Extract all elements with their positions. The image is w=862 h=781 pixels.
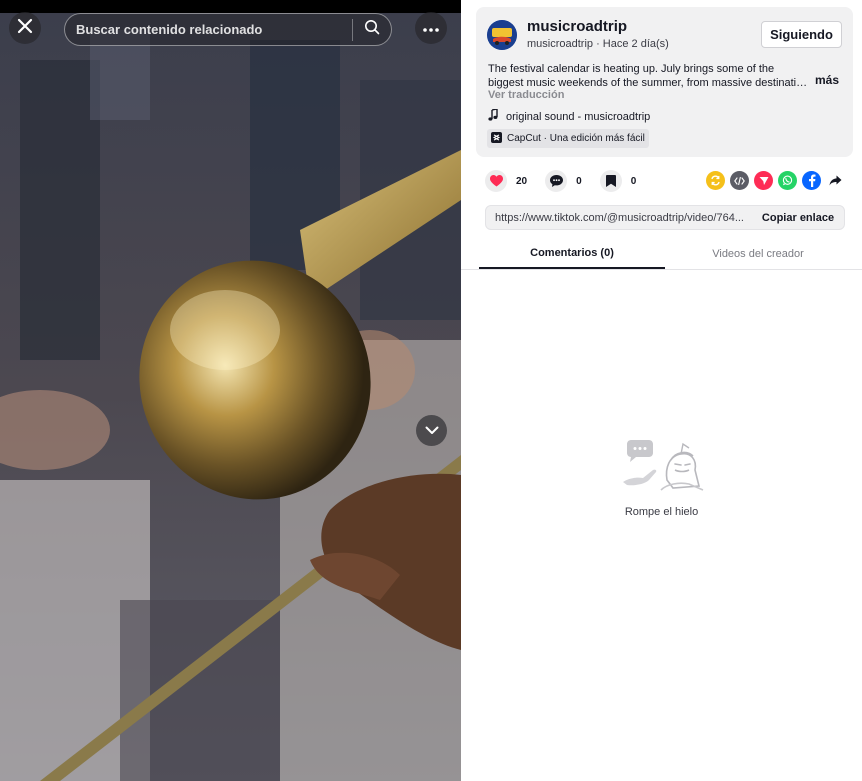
send-to-friends-icon[interactable]	[754, 171, 773, 190]
capcut-label: CapCut · Una edición más fácil	[507, 133, 645, 144]
share-options	[706, 171, 845, 190]
panel-tabs: Comentarios (0) Videos del creador	[479, 239, 851, 269]
see-translation-link[interactable]: Ver traducción	[488, 89, 564, 101]
video-description: The festival calendar is heating up. Jul…	[488, 62, 810, 90]
chevron-down-icon	[425, 422, 439, 440]
share-arrow-icon[interactable]	[826, 171, 845, 190]
facebook-icon[interactable]	[802, 171, 821, 190]
author-name[interactable]: musicroadtrip	[527, 18, 627, 35]
avatar[interactable]	[487, 20, 517, 50]
save-button[interactable]: 0	[599, 170, 637, 192]
search-icon	[364, 19, 380, 40]
copy-link-button[interactable]: Copiar enlace	[752, 206, 844, 229]
following-button[interactable]: Siguiendo	[761, 21, 842, 48]
search-bar[interactable]	[64, 13, 392, 46]
tab-creator-videos[interactable]: Videos del creador	[665, 239, 851, 269]
capcut-icon	[491, 131, 502, 146]
description-line-2: biggest music weekends of the summer, fr…	[488, 77, 810, 89]
more-description-link[interactable]: más	[815, 73, 839, 87]
save-count: 0	[630, 175, 637, 187]
like-icon	[485, 170, 507, 192]
video-frame	[0, 0, 461, 781]
search-input[interactable]	[65, 14, 352, 45]
video-player[interactable]	[0, 0, 461, 781]
empty-comments-text: Rompe el hielo	[624, 506, 699, 518]
close-icon	[17, 18, 33, 39]
like-button[interactable]: 20	[485, 170, 527, 192]
sound-link[interactable]: original sound - musicroadtrip	[488, 108, 651, 124]
video-info-card: musicroadtrip musicroadtrip · Hace 2 día…	[476, 7, 853, 157]
close-button[interactable]	[9, 12, 41, 44]
description-line-1: The festival calendar is heating up. Jul…	[488, 63, 775, 75]
empty-comments-illustration-icon	[623, 440, 705, 492]
bookmark-icon	[599, 170, 622, 192]
engagement-actions: 20 0 0	[485, 170, 654, 192]
ellipsis-icon	[423, 19, 439, 37]
video-url[interactable]: https://www.tiktok.com/@musicroadtrip/vi…	[486, 212, 752, 224]
repost-icon[interactable]	[706, 171, 725, 190]
author-meta: musicroadtrip · Hace 2 día(s)	[527, 38, 669, 50]
whatsapp-icon[interactable]	[778, 171, 797, 190]
embed-icon[interactable]	[730, 171, 749, 190]
comment-icon	[545, 170, 568, 192]
comment-button[interactable]: 0	[545, 170, 582, 192]
search-button[interactable]	[353, 14, 391, 45]
comment-count: 0	[576, 175, 582, 187]
music-note-icon	[488, 108, 498, 124]
tab-comments[interactable]: Comentarios (0)	[479, 239, 665, 269]
next-video-button[interactable]	[416, 415, 447, 446]
details-panel: musicroadtrip musicroadtrip · Hace 2 día…	[461, 0, 862, 781]
like-count: 20	[516, 175, 528, 187]
more-options-button[interactable]	[415, 12, 447, 44]
video-link-box: https://www.tiktok.com/@musicroadtrip/vi…	[485, 205, 845, 230]
tabs-divider	[461, 269, 862, 270]
video-top-strip	[0, 0, 461, 13]
capcut-badge[interactable]: CapCut · Una edición más fácil	[487, 129, 649, 148]
sound-label: original sound - musicroadtrip	[506, 110, 651, 123]
